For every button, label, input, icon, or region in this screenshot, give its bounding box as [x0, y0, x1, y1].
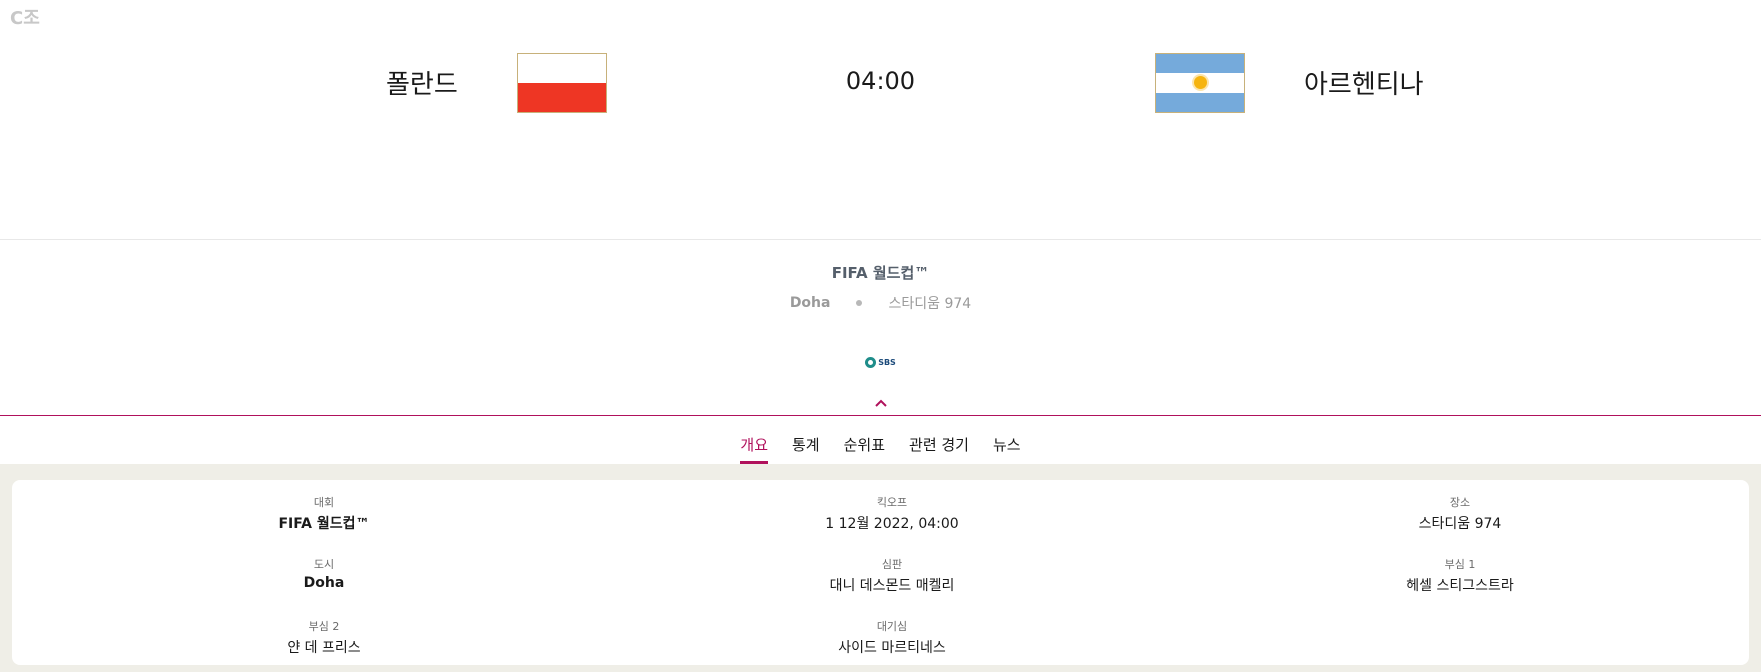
- detail-venue: 장소 스타디움 974: [1310, 494, 1610, 533]
- detail-value: 대니 데스몬드 매켈리: [829, 578, 955, 594]
- venue-line: Doha 스타디움 974: [0, 293, 1761, 313]
- flag-blue-stripe: [1156, 92, 1244, 112]
- detail-kickoff: 킥오프 1 12월 2022, 04:00: [742, 494, 1042, 533]
- match-details-card: 대회 FIFA 월드컵™ 킥오프 1 12월 2022, 04:00 장소 스타…: [12, 480, 1749, 665]
- tab-news[interactable]: 뉴스: [981, 428, 1033, 464]
- broadcaster-name: SBS: [878, 358, 896, 367]
- detail-value: 헤셀 스티그스트라: [1406, 578, 1514, 594]
- detail-value: 1 12월 2022, 04:00: [825, 516, 959, 532]
- sbs-logo-icon: [865, 357, 877, 368]
- detail-competition: 대회 FIFA 월드컵™: [174, 494, 474, 533]
- detail-label: 대회: [313, 496, 335, 509]
- detail-value: Doha: [303, 575, 345, 591]
- detail-label: 장소: [1449, 496, 1471, 509]
- accent-divider: [0, 415, 1761, 416]
- detail-referee: 심판 대니 데스몬드 매켈리: [742, 556, 1042, 595]
- detail-value: 스타디움 974: [1418, 516, 1502, 532]
- flag-white-stripe: [1156, 73, 1244, 93]
- match-tabs: 개요 통계 순위표 관련 경기 뉴스: [0, 428, 1761, 464]
- detail-assistant-2: 부심 2 얀 데 프리스: [174, 618, 474, 657]
- detail-label: 부심 2: [308, 620, 340, 633]
- flag-blue-stripe: [1156, 54, 1244, 74]
- argentina-flag-icon[interactable]: [1155, 53, 1245, 113]
- detail-label: 부심 1: [1444, 558, 1476, 571]
- sun-of-may-icon: [1193, 76, 1207, 90]
- detail-value: 얀 데 프리스: [287, 640, 361, 656]
- detail-assistant-1: 부심 1 헤셀 스티그스트라: [1310, 556, 1610, 595]
- tab-related-matches[interactable]: 관련 경기: [897, 428, 981, 464]
- detail-value: 사이드 마르티네스: [838, 640, 946, 656]
- stadium-name: 스타디움 974: [888, 296, 972, 312]
- detail-label: 심판: [881, 558, 903, 571]
- city-name: Doha: [789, 295, 831, 311]
- detail-value: FIFA 월드컵™: [278, 516, 370, 532]
- detail-label: 도시: [313, 558, 335, 571]
- detail-label: 킥오프: [876, 496, 908, 509]
- away-team-name[interactable]: 아르헨티나: [1304, 64, 1424, 101]
- group-label: C조: [10, 8, 40, 29]
- divider: [0, 239, 1761, 240]
- detail-fourth-official: 대기심 사이드 마르티네스: [742, 618, 1042, 657]
- kickoff-time: 04:00: [845, 67, 916, 95]
- match-page: C조 폴란드 04:00 아르헨티나 FIFA 월드컵™ Doha 스타디움 9…: [0, 0, 1761, 672]
- tab-stats[interactable]: 통계: [780, 428, 832, 464]
- broadcaster-logo[interactable]: SBS: [0, 357, 1761, 368]
- chevron-up-icon[interactable]: [874, 398, 888, 408]
- tab-standings[interactable]: 순위표: [832, 428, 897, 464]
- detail-label: 대기심: [876, 620, 908, 633]
- separator-dot-icon: [856, 300, 863, 306]
- tab-overview[interactable]: 개요: [728, 428, 780, 464]
- detail-city: 도시 Doha: [174, 556, 474, 591]
- competition-name[interactable]: FIFA 월드컵™: [0, 262, 1761, 283]
